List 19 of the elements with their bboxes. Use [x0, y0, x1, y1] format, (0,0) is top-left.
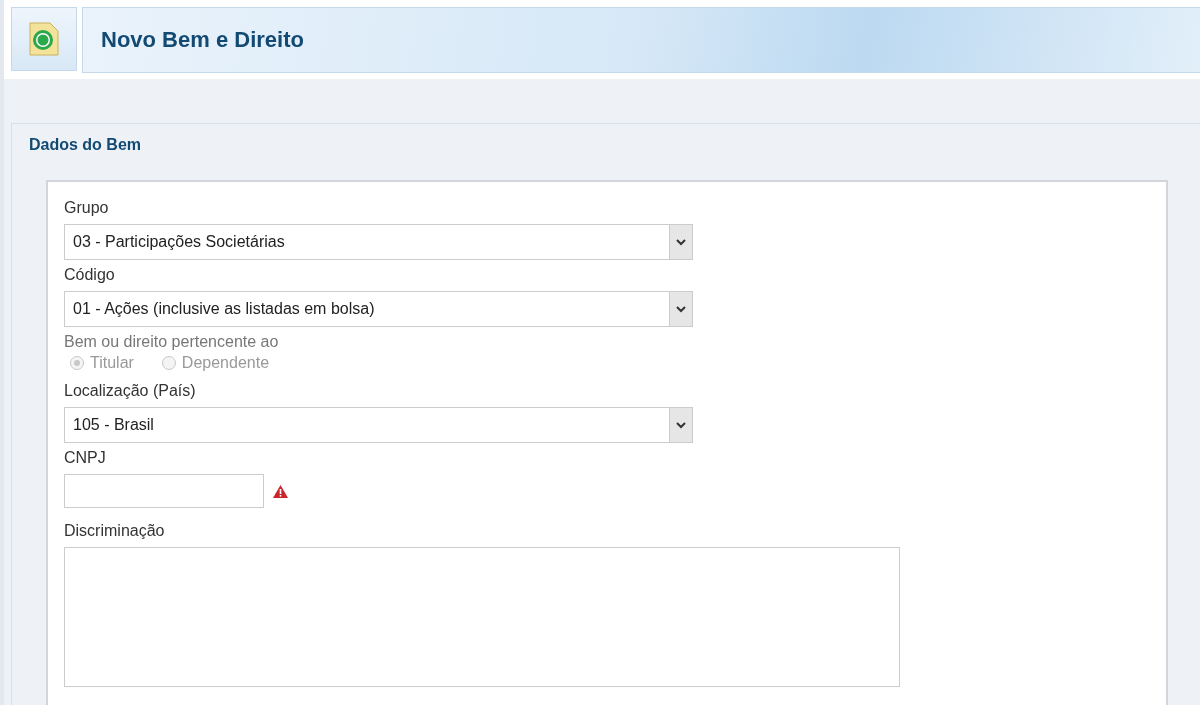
input-field[interactable] [64, 474, 264, 508]
dropdown-button[interactable] [669, 225, 692, 259]
money-document-icon [28, 21, 60, 57]
dropdown-button[interactable] [669, 408, 692, 442]
dropdown-field[interactable]: 105 - Brasil [64, 407, 693, 443]
page-title: Novo Bem e Direito [101, 27, 304, 53]
field-label: Localização (País) [64, 382, 197, 400]
field-label: Código [64, 266, 116, 284]
chevron-down-icon [676, 238, 686, 246]
chevron-down-icon [676, 305, 686, 313]
field-label: CNPJ [64, 449, 107, 467]
dropdown-button[interactable] [669, 292, 692, 326]
field-label: Discriminação [64, 522, 166, 540]
dropdown-field[interactable]: 03 - Participações Societárias [64, 224, 693, 260]
chevron-down-icon [676, 421, 686, 429]
field-label: Bem ou direito pertencente ao [64, 333, 280, 351]
field-label: Grupo [64, 199, 110, 217]
dropdown-field[interactable]: 01 - Ações (inclusive as listadas em bolsa) [64, 291, 693, 327]
section-title: Dados do Bem [28, 135, 142, 155]
